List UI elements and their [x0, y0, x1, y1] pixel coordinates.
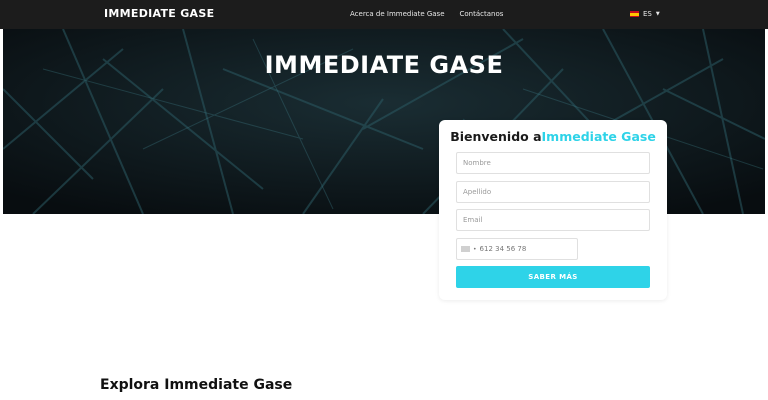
phone-input[interactable] — [479, 245, 575, 253]
form-title-brand: Immediate Gase — [541, 129, 656, 144]
form-title-prefix: Bienvenido a — [450, 129, 542, 144]
last-name-input[interactable] — [456, 181, 650, 203]
nav-links: Acerca de Immediate Gase Contáctanos — [350, 10, 503, 18]
form-title: Bienvenido aImmediate Gase — [439, 129, 667, 144]
spain-flag-icon — [630, 11, 639, 17]
nav-link-about[interactable]: Acerca de Immediate Gase — [350, 10, 445, 18]
signup-form: Bienvenido aImmediate Gase • SABER MÁS — [439, 120, 667, 300]
site-logo[interactable]: IMMEDIATE GASE — [104, 7, 214, 20]
email-input[interactable] — [456, 209, 650, 231]
section-title: Explora Immediate Gase — [100, 377, 293, 393]
chevron-down-icon: ▼ — [655, 11, 660, 17]
top-navbar: IMMEDIATE GASE Acerca de Immediate Gase … — [0, 0, 768, 29]
language-code: ES — [643, 10, 652, 18]
phone-field: • — [456, 238, 578, 260]
hero-title: IMMEDIATE GASE — [264, 51, 504, 79]
submit-button[interactable]: SABER MÁS — [456, 266, 650, 288]
country-flag-icon[interactable] — [461, 246, 470, 252]
nav-link-contact[interactable]: Contáctanos — [460, 10, 504, 18]
language-selector[interactable]: ES ▼ — [630, 10, 660, 18]
country-dropdown-icon[interactable]: • — [473, 246, 477, 253]
first-name-input[interactable] — [456, 152, 650, 174]
